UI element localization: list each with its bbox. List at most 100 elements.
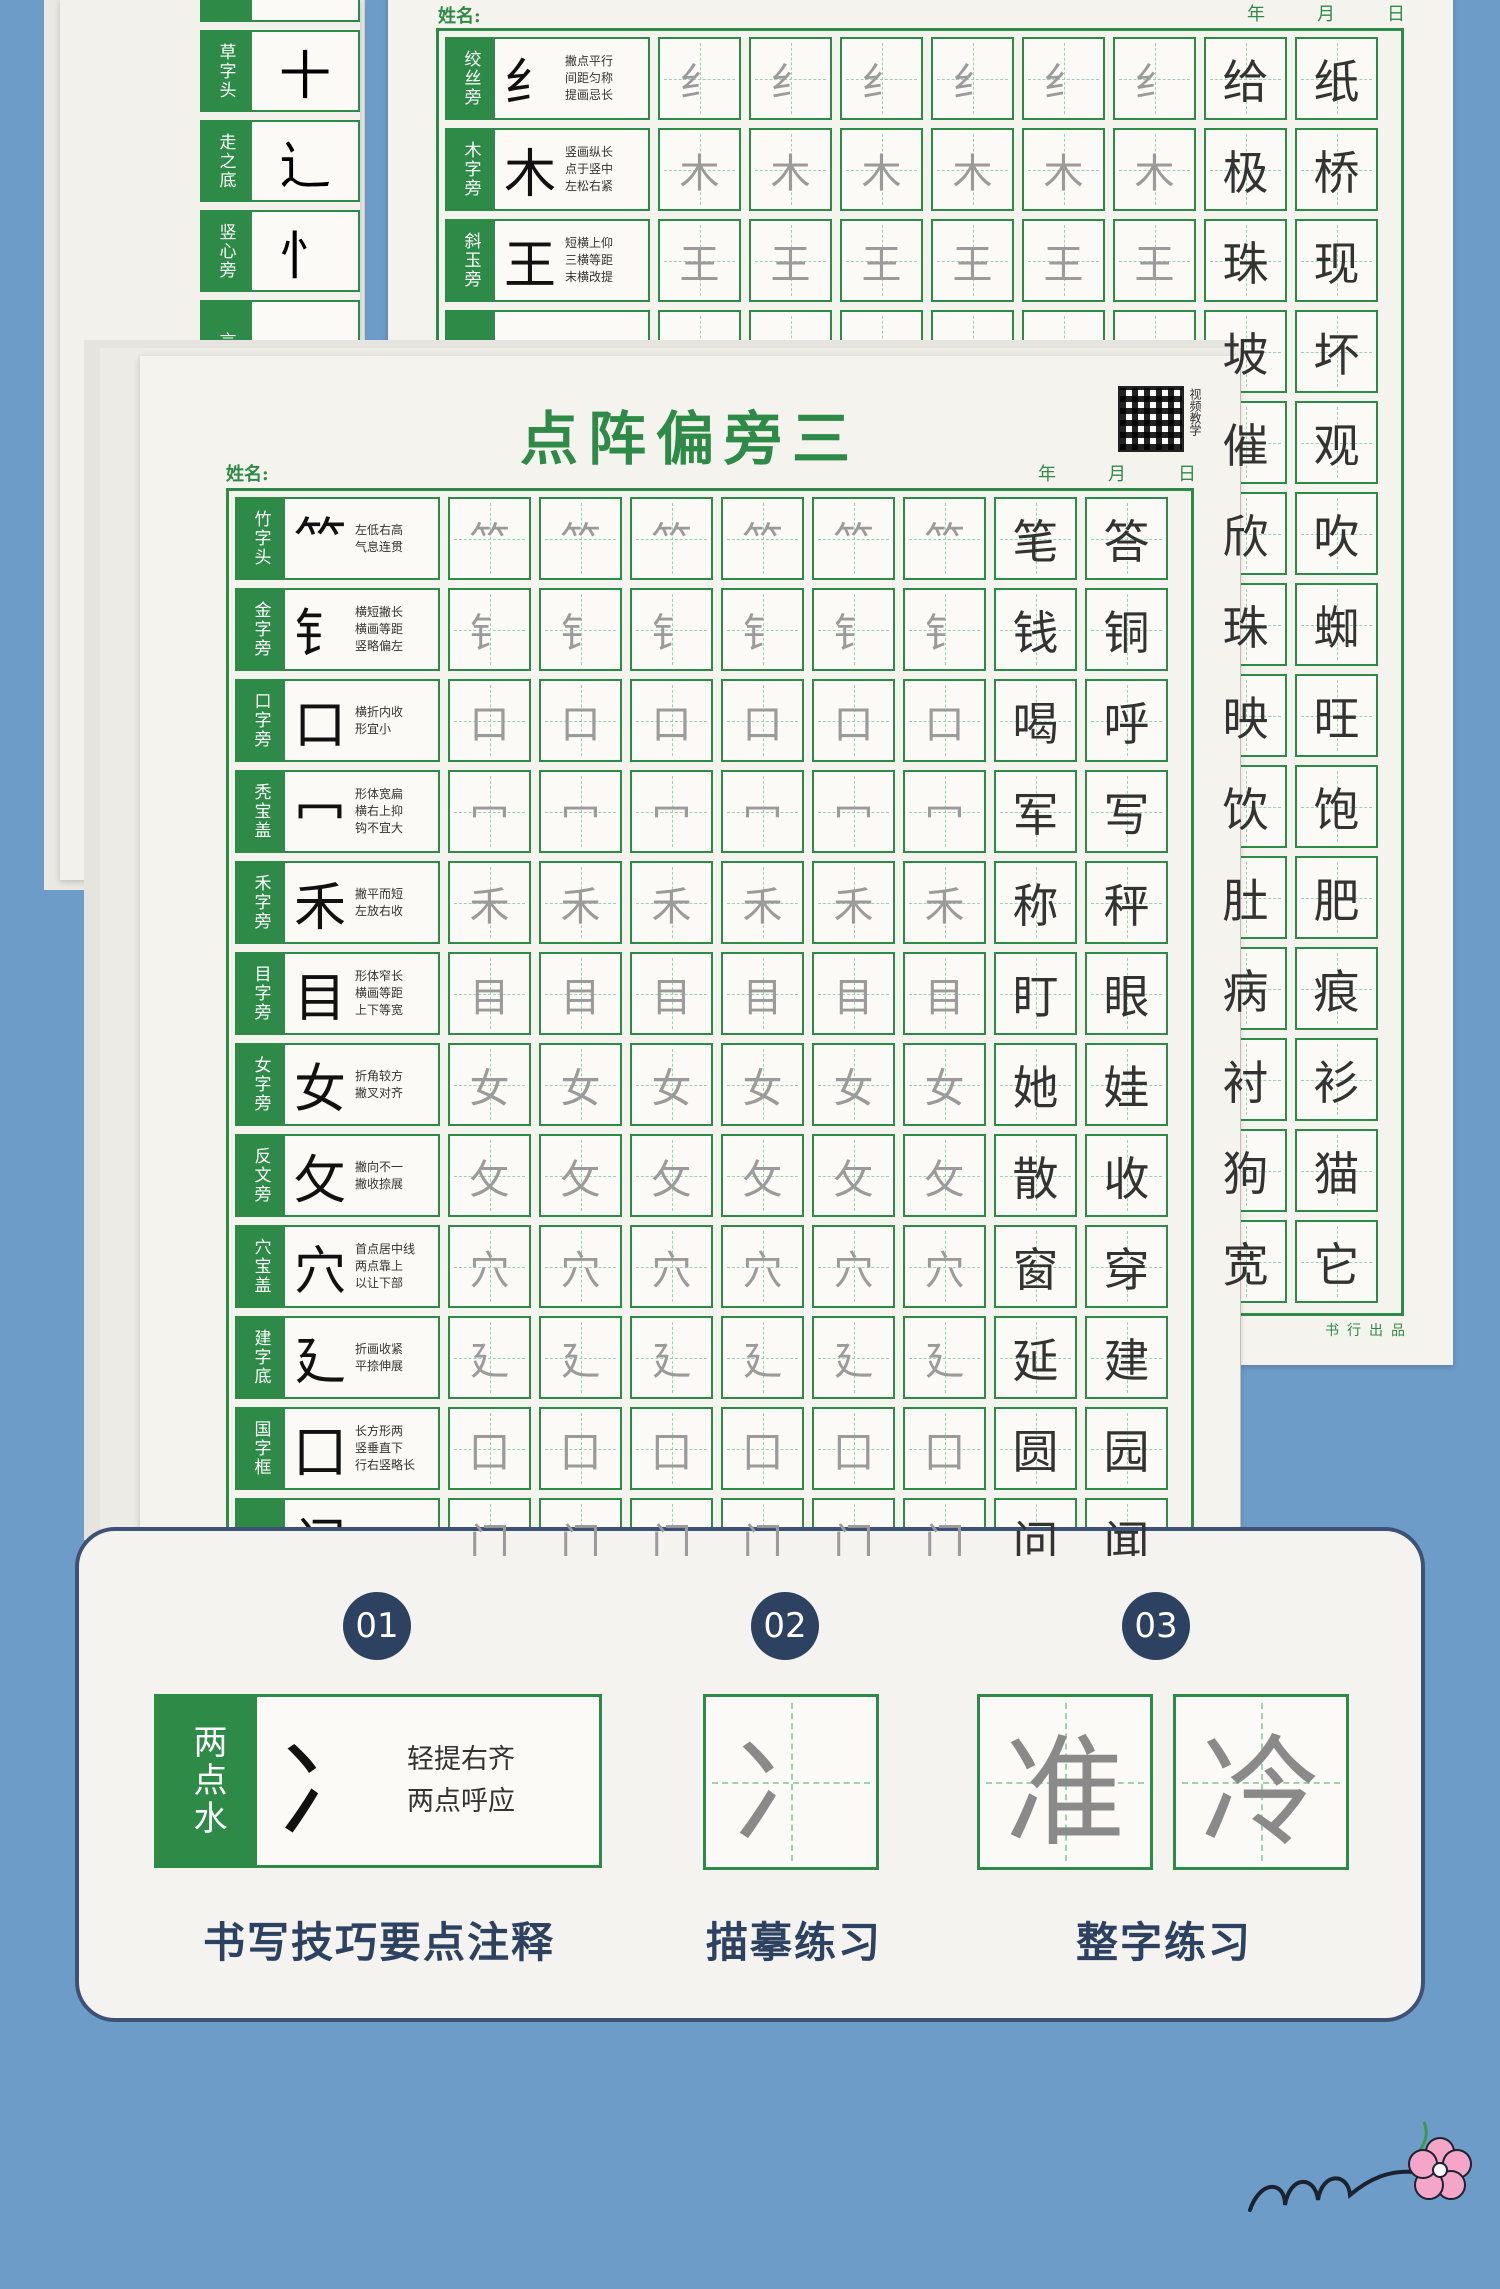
trace-cell[interactable]: 目 <box>903 952 986 1035</box>
trace-cell[interactable]: 廴 <box>539 1316 622 1399</box>
trace-cell[interactable]: 钅 <box>539 588 622 671</box>
trace-cell[interactable]: 纟 <box>1022 37 1105 120</box>
trace-cell[interactable]: 木 <box>840 128 923 211</box>
example-cell[interactable]: 现 <box>1295 219 1378 302</box>
example-cell[interactable]: 饱 <box>1295 765 1378 848</box>
example-cell[interactable]: 称 <box>994 861 1077 944</box>
example-cell[interactable]: 写 <box>1085 770 1168 853</box>
trace-cell[interactable]: 钅 <box>721 588 804 671</box>
trace-cell[interactable]: 王 <box>1022 219 1105 302</box>
trace-cell[interactable]: 王 <box>840 219 923 302</box>
trace-cell[interactable]: 禾 <box>812 861 895 944</box>
trace-cell[interactable]: 攵 <box>630 1134 713 1217</box>
trace-cell[interactable]: 攵 <box>539 1134 622 1217</box>
example-cell[interactable]: 痕 <box>1295 947 1378 1030</box>
trace-cell[interactable]: 攵 <box>721 1134 804 1217</box>
example-cell[interactable]: 给 <box>1204 37 1287 120</box>
example-cell[interactable]: 散 <box>994 1134 1077 1217</box>
trace-cell[interactable]: 目 <box>630 952 713 1035</box>
example-cell[interactable]: 军 <box>994 770 1077 853</box>
trace-cell[interactable]: 王 <box>931 219 1014 302</box>
example-cell[interactable]: 圆 <box>994 1407 1077 1490</box>
trace-cell[interactable]: 木 <box>749 128 832 211</box>
example-cell[interactable]: 旺 <box>1295 674 1378 757</box>
trace-cell[interactable]: 口 <box>721 679 804 762</box>
example-cell[interactable]: 延 <box>994 1316 1077 1399</box>
example-cell[interactable]: 呼 <box>1085 679 1168 762</box>
example-cell[interactable]: 秤 <box>1085 861 1168 944</box>
trace-cell[interactable]: 冖 <box>630 770 713 853</box>
trace-cell[interactable]: 廴 <box>630 1316 713 1399</box>
example-cell[interactable]: 眼 <box>1085 952 1168 1035</box>
example-cell[interactable]: 肥 <box>1295 856 1378 939</box>
trace-cell[interactable]: ⺮ <box>721 497 804 580</box>
trace-cell[interactable]: 女 <box>721 1043 804 1126</box>
trace-cell[interactable]: 女 <box>812 1043 895 1126</box>
trace-cell[interactable]: 王 <box>749 219 832 302</box>
example-cell[interactable]: 她 <box>994 1043 1077 1126</box>
trace-cell[interactable]: 目 <box>721 952 804 1035</box>
trace-cell[interactable]: 囗 <box>721 1407 804 1490</box>
trace-cell[interactable]: ⺮ <box>539 497 622 580</box>
example-cell[interactable]: 坏 <box>1295 310 1378 393</box>
example-cell[interactable]: 蜘 <box>1295 583 1378 666</box>
trace-cell[interactable]: 穴 <box>448 1225 531 1308</box>
trace-cell[interactable]: 纟 <box>658 37 741 120</box>
trace-cell[interactable]: 冖 <box>539 770 622 853</box>
trace-cell[interactable]: ⺮ <box>630 497 713 580</box>
example-cell[interactable]: 珠 <box>1204 219 1287 302</box>
trace-cell[interactable]: 女 <box>630 1043 713 1126</box>
trace-cell[interactable]: 木 <box>1022 128 1105 211</box>
example-cell[interactable]: 娃 <box>1085 1043 1168 1126</box>
example-cell[interactable]: 园 <box>1085 1407 1168 1490</box>
trace-cell[interactable]: 囗 <box>539 1407 622 1490</box>
trace-cell[interactable]: 禾 <box>721 861 804 944</box>
trace-cell[interactable]: 禾 <box>539 861 622 944</box>
example-cell[interactable]: 盯 <box>994 952 1077 1035</box>
trace-cell[interactable]: 穴 <box>903 1225 986 1308</box>
trace-cell[interactable]: 口 <box>630 679 713 762</box>
trace-cell[interactable]: 禾 <box>448 861 531 944</box>
trace-cell[interactable]: 口 <box>448 679 531 762</box>
trace-cell[interactable]: 女 <box>448 1043 531 1126</box>
trace-cell[interactable]: 攵 <box>448 1134 531 1217</box>
trace-cell[interactable]: 穴 <box>812 1225 895 1308</box>
trace-cell[interactable]: 目 <box>448 952 531 1035</box>
trace-cell[interactable]: 王 <box>658 219 741 302</box>
trace-cell[interactable]: 纟 <box>840 37 923 120</box>
trace-cell[interactable]: 攵 <box>812 1134 895 1217</box>
trace-cell[interactable]: 目 <box>812 952 895 1035</box>
trace-cell[interactable]: 廴 <box>903 1316 986 1399</box>
example-cell[interactable]: 收 <box>1085 1134 1168 1217</box>
example-cell[interactable]: 穿 <box>1085 1225 1168 1308</box>
trace-cell[interactable]: 冖 <box>448 770 531 853</box>
example-cell[interactable]: 建 <box>1085 1316 1168 1399</box>
example-cell[interactable]: 喝 <box>994 679 1077 762</box>
trace-cell[interactable]: 钅 <box>630 588 713 671</box>
qr-code[interactable] <box>1118 386 1184 452</box>
trace-cell[interactable]: 攵 <box>903 1134 986 1217</box>
trace-cell[interactable]: 王 <box>1113 219 1196 302</box>
trace-cell[interactable]: 钅 <box>903 588 986 671</box>
trace-cell[interactable]: 口 <box>903 679 986 762</box>
example-cell[interactable]: 衫 <box>1295 1038 1378 1121</box>
trace-cell[interactable]: 囗 <box>812 1407 895 1490</box>
trace-cell[interactable]: 囗 <box>630 1407 713 1490</box>
trace-cell[interactable]: 木 <box>658 128 741 211</box>
trace-cell[interactable]: 穴 <box>539 1225 622 1308</box>
trace-cell[interactable]: 口 <box>812 679 895 762</box>
example-cell[interactable]: 答 <box>1085 497 1168 580</box>
trace-cell[interactable]: 廴 <box>812 1316 895 1399</box>
trace-cell[interactable]: 囗 <box>903 1407 986 1490</box>
trace-cell[interactable]: 钅 <box>448 588 531 671</box>
example-cell[interactable]: 纸 <box>1295 37 1378 120</box>
trace-cell[interactable]: 禾 <box>903 861 986 944</box>
example-cell[interactable]: 铜 <box>1085 588 1168 671</box>
trace-cell[interactable]: 纟 <box>931 37 1014 120</box>
example-cell[interactable]: 桥 <box>1295 128 1378 211</box>
example-cell[interactable]: 它 <box>1295 1220 1378 1303</box>
trace-cell[interactable]: 钅 <box>812 588 895 671</box>
example-cell[interactable]: 猫 <box>1295 1129 1378 1212</box>
trace-cell[interactable]: 目 <box>539 952 622 1035</box>
example-cell[interactable]: 窗 <box>994 1225 1077 1308</box>
